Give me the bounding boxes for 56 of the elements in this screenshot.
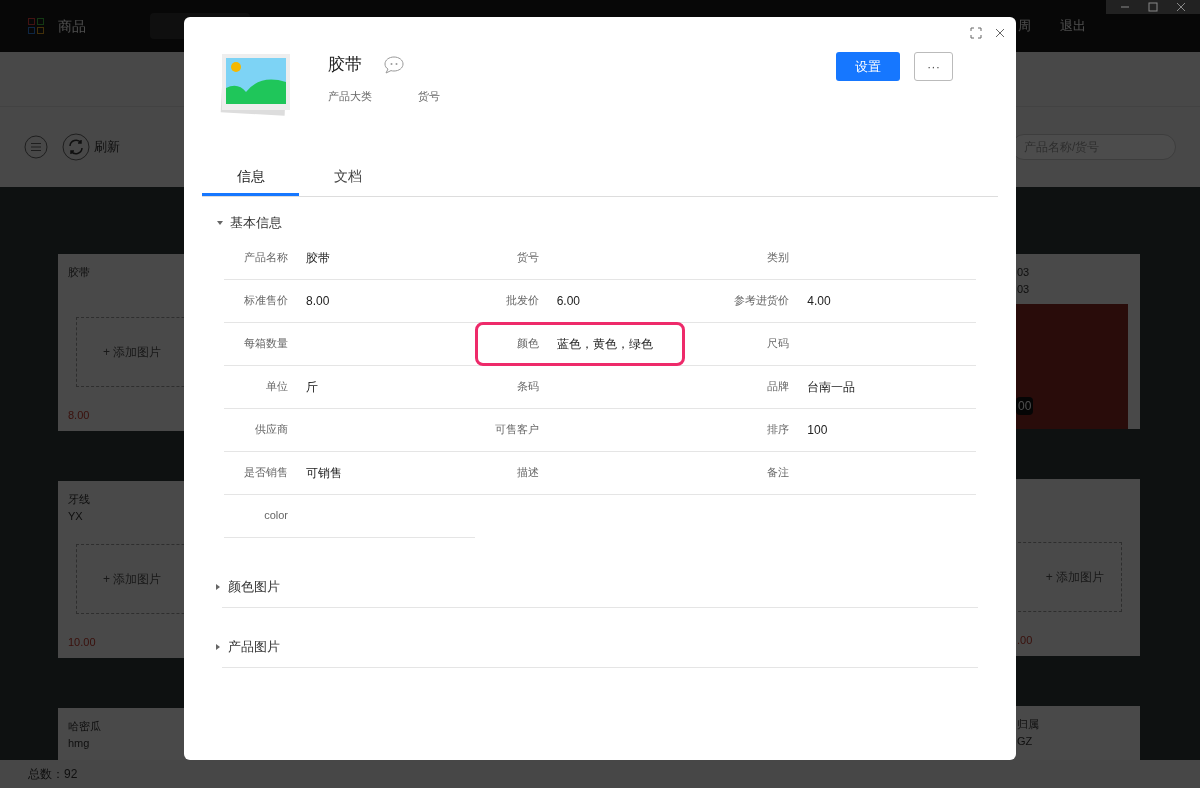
product-price: .00 xyxy=(1017,632,1033,648)
field-value: 6.00 xyxy=(556,292,580,310)
product-title: 胶带 xyxy=(328,54,362,76)
meta-label: 货号 xyxy=(418,88,440,104)
field-value: 台南一品 xyxy=(807,378,856,396)
fullscreen-icon[interactable] xyxy=(970,27,982,39)
field-label: 颜色 xyxy=(515,336,539,352)
field-label: 类别 xyxy=(766,250,790,266)
product-code: GZ xyxy=(1017,733,1033,749)
field-label: 单位 xyxy=(265,379,288,395)
product-name: 03 xyxy=(1017,265,1030,280)
field-label: 每箱数量 xyxy=(243,336,288,352)
field-label: 货号 xyxy=(515,250,539,266)
field-label: 是否销售 xyxy=(243,465,288,481)
field-label: 参考进货价 xyxy=(733,293,790,309)
chat-bubble-icon[interactable] xyxy=(384,55,404,74)
field-label: 描述 xyxy=(515,465,539,481)
field-label: 备注 xyxy=(766,465,790,481)
field-value: 4.00 xyxy=(807,292,831,310)
field-value: 可销售 xyxy=(306,464,342,482)
field-value: 100 xyxy=(807,421,828,439)
field-label: 标准售价 xyxy=(243,293,288,309)
caret-icon[interactable] xyxy=(216,218,224,227)
caret-icon[interactable] xyxy=(214,582,222,591)
app-title: 商品 xyxy=(58,16,86,36)
field-label: 产品名称 xyxy=(243,250,288,266)
section-title[interactable]: 颜色图片 xyxy=(228,577,280,597)
maximize-icon[interactable] xyxy=(1148,2,1158,12)
more-button[interactable]: ··· xyxy=(914,52,953,81)
caret-icon[interactable] xyxy=(214,642,222,651)
field-label: 批发价 xyxy=(504,293,539,309)
field-label: 供应商 xyxy=(254,422,288,438)
section-title[interactable]: 基本信息 xyxy=(230,213,282,233)
product-code: hmg xyxy=(68,735,90,751)
settings-button[interactable]: 设置 xyxy=(836,52,900,81)
product-name: 牙线 xyxy=(68,492,90,507)
field-value: 8.00 xyxy=(306,292,330,310)
field-label: 可售客户 xyxy=(493,422,539,438)
close-icon[interactable] xyxy=(1176,2,1186,12)
field-value: 斤 xyxy=(306,378,318,396)
image-placeholder-icon xyxy=(220,52,292,118)
field-label: 尺码 xyxy=(766,336,790,352)
field-value: 蓝色，黄色，绿色 xyxy=(556,335,653,353)
section-title[interactable]: 产品图片 xyxy=(228,637,280,657)
product-price: 8.00 xyxy=(68,407,90,423)
tab[interactable]: 文档 xyxy=(299,166,396,196)
close-icon[interactable] xyxy=(994,27,1006,39)
meta-label: 产品大类 xyxy=(328,88,372,104)
field-label: 条码 xyxy=(515,379,539,395)
product-code: 03 xyxy=(1017,281,1030,297)
field-value: 胶带 xyxy=(306,249,330,267)
field-label: 排序 xyxy=(766,422,790,438)
product-price: 10.00 xyxy=(68,635,96,650)
tab[interactable]: 信息 xyxy=(202,166,299,196)
field-label: color xyxy=(263,508,288,524)
field-label: 品牌 xyxy=(766,379,790,395)
